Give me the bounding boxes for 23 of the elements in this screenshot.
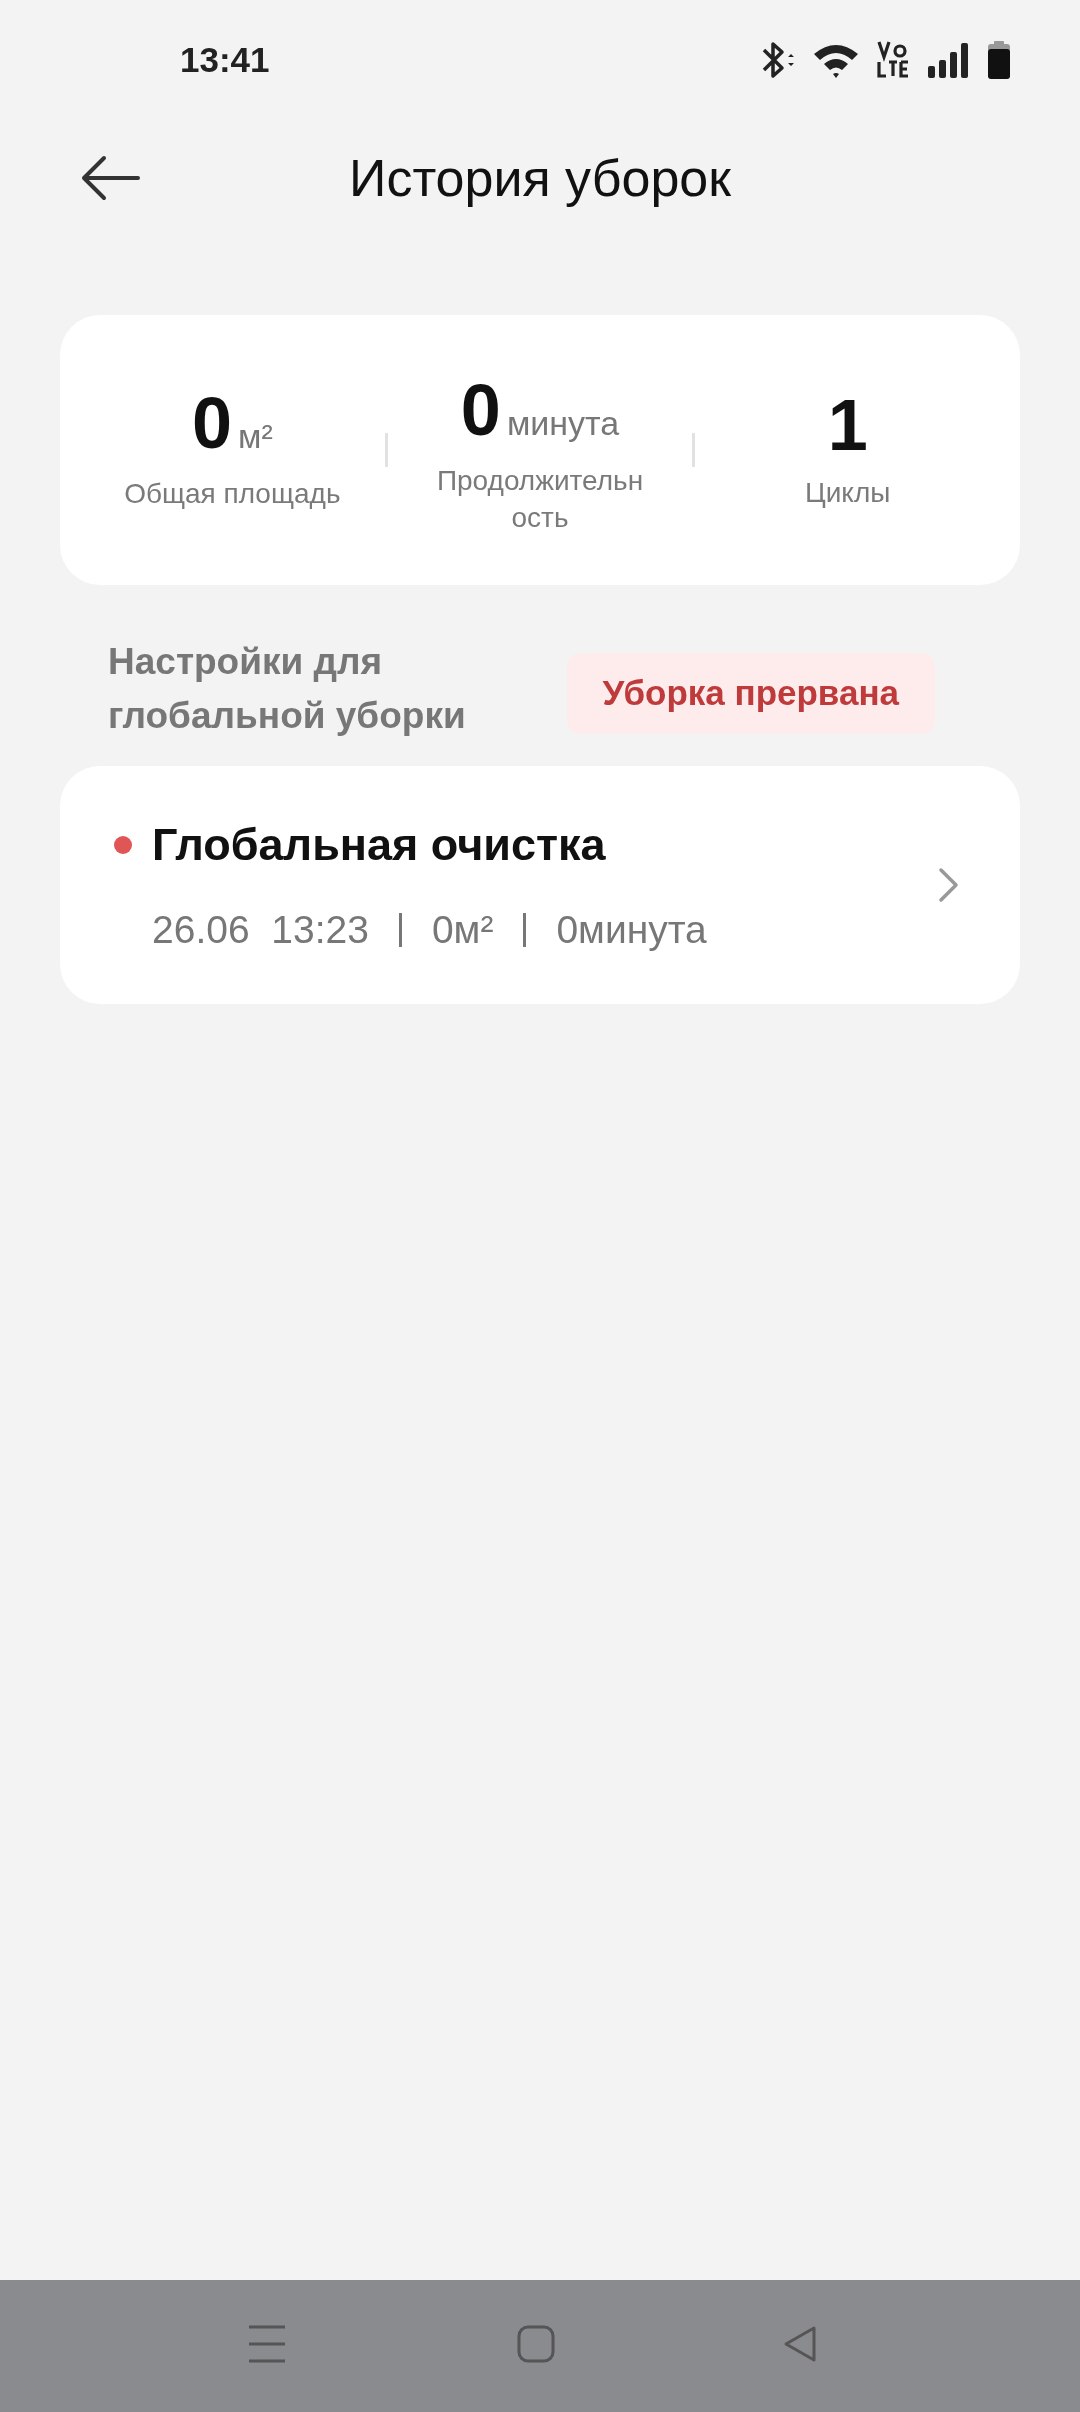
section-title: Настройки для глобальной уборки: [108, 640, 466, 738]
status-time: 13:41: [180, 38, 270, 81]
stat-unit: м²: [238, 416, 273, 458]
session-card[interactable]: Глобальная очистка 26.06 13:23 0м² 0минута: [60, 766, 1020, 1005]
stat-value: 0: [191, 387, 232, 460]
session-date: 26.06 13:23: [152, 906, 369, 953]
session-area: 0м²: [431, 900, 494, 960]
home-icon[interactable]: [517, 2324, 555, 2364]
stat-value: 0: [460, 374, 501, 447]
session-title: Глобальная очистка: [152, 818, 606, 873]
back-arrow-icon: [80, 153, 140, 202]
session-duration: 0минута: [556, 906, 707, 953]
stat-label: Продолжительн ость: [436, 464, 644, 535]
stat-label: Циклы: [805, 475, 891, 510]
back-icon[interactable]: [782, 2324, 818, 2364]
stat-value: 1: [827, 388, 868, 461]
chevron-right-icon: [938, 867, 960, 904]
battery-icon: [986, 40, 1012, 80]
stat-unit: минута: [506, 403, 620, 445]
stat-label: Общая площадь: [124, 477, 341, 512]
page-title: История уборок: [349, 147, 731, 209]
menu-icon[interactable]: [248, 2324, 286, 2364]
status-badge: Уборка прервана: [566, 653, 935, 734]
